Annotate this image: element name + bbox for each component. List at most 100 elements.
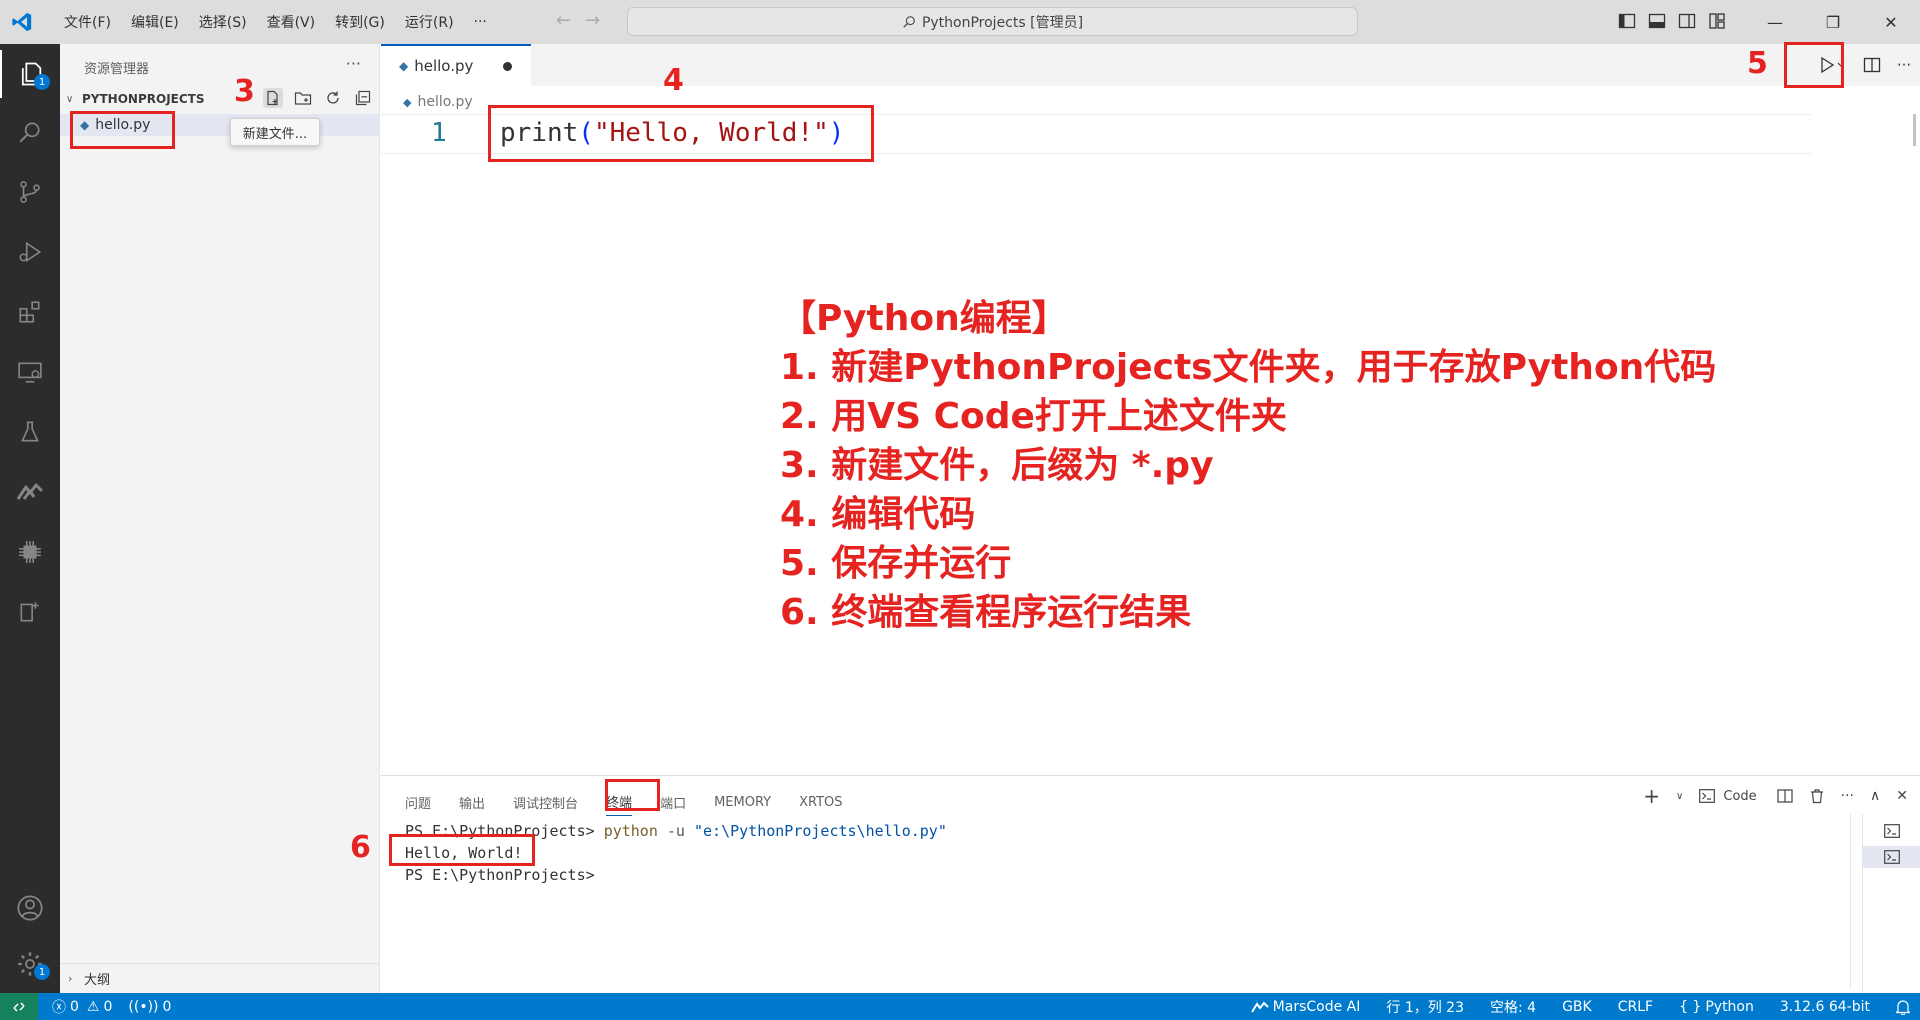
- annotation-box-run: [1784, 42, 1844, 88]
- new-file-icon[interactable]: [263, 88, 283, 108]
- annotation-box-terminal-tab: [605, 779, 660, 811]
- customize-layout-icon[interactable]: [1708, 12, 1726, 30]
- marscode-label: MarsCode AI: [1272, 998, 1361, 1015]
- panel-more-icon[interactable]: ···: [1837, 784, 1858, 808]
- warning-icon: ⚠: [86, 998, 100, 1015]
- menu-edit[interactable]: 编辑(E): [121, 12, 189, 32]
- extensions-activity[interactable]: [0, 288, 60, 336]
- explorer-activity[interactable]: 1: [0, 50, 60, 98]
- tab-memory[interactable]: MEMORY: [714, 791, 771, 814]
- annotation-number-4: 4: [663, 63, 684, 98]
- terminal-profile-button[interactable]: Code: [1695, 784, 1764, 808]
- new-folder-icon[interactable]: [293, 88, 313, 108]
- terminal-path: "e:\PythonProjects\hello.py": [694, 822, 947, 840]
- editor-scrollbar[interactable]: [1906, 94, 1920, 194]
- marscode-status[interactable]: MarsCode AI: [1250, 998, 1361, 1015]
- close-window-icon[interactable]: ✕: [1862, 0, 1920, 44]
- testing-activity[interactable]: [0, 408, 60, 456]
- search-activity[interactable]: [0, 108, 60, 156]
- problems-status[interactable]: ⓧ 0 ⚠ 0: [52, 997, 112, 1017]
- marscode-icon: [16, 483, 44, 500]
- back-arrow-icon[interactable]: ←: [556, 10, 571, 31]
- tab-label: hello.py: [414, 57, 474, 75]
- remote-icon: [13, 1001, 25, 1012]
- outline-section-header[interactable]: › 大纲: [60, 963, 380, 993]
- cursor-position[interactable]: 行 1，列 23: [1386, 997, 1464, 1017]
- new-terminal-button[interactable]: +: [1639, 784, 1664, 808]
- menu-go[interactable]: 转到(G): [325, 12, 395, 32]
- ports-count: 0: [162, 998, 172, 1015]
- error-icon: ⓧ: [52, 999, 66, 1016]
- sidebar-more-icon[interactable]: ···: [346, 54, 361, 73]
- project-activity[interactable]: [0, 588, 60, 636]
- error-count: 0: [70, 998, 79, 1015]
- command-center-text: PythonProjects [管理员]: [921, 14, 1084, 31]
- new-file-tooltip: 新建文件...: [230, 118, 320, 146]
- tab-output[interactable]: 输出: [459, 789, 485, 816]
- window-controls: — ❐ ✕: [1746, 0, 1920, 44]
- menu-view[interactable]: 查看(V): [257, 12, 326, 32]
- notifications-bell-icon[interactable]: [1896, 999, 1910, 1015]
- status-right: MarsCode AI 行 1，列 23 空格: 4 GBK CRLF { } …: [1250, 993, 1910, 1020]
- run-debug-activity[interactable]: [0, 228, 60, 276]
- menu-run[interactable]: 运行(R): [395, 12, 464, 32]
- remote-indicator[interactable]: [0, 993, 38, 1020]
- indentation-status[interactable]: 空格: 4: [1490, 997, 1536, 1017]
- accounts-activity[interactable]: [0, 884, 60, 932]
- terminal-prompt-2[interactable]: PS E:\PythonProjects>: [405, 866, 595, 884]
- language-label: Python: [1705, 998, 1754, 1015]
- split-terminal-icon[interactable]: [1773, 784, 1797, 808]
- chip-icon: [19, 541, 41, 563]
- ports-status[interactable]: ((•)) 0: [128, 999, 171, 1015]
- remote-explorer-activity[interactable]: [0, 348, 60, 396]
- explorer-sidebar: 资源管理器 ··· ∨ PYTHONPROJECTS ◆ hello.py 新建…: [60, 44, 380, 993]
- menu-selection[interactable]: 选择(S): [189, 12, 257, 32]
- editor-more-icon[interactable]: ···: [1888, 50, 1920, 80]
- refresh-icon[interactable]: [323, 88, 343, 108]
- collapse-all-icon[interactable]: [353, 88, 373, 108]
- editor-tab-hello-py[interactable]: ◆ hello.py: [381, 44, 531, 86]
- chevron-down-icon: ∨: [66, 93, 74, 105]
- chip-activity[interactable]: [0, 528, 60, 576]
- breadcrumb-file[interactable]: hello.py: [417, 94, 472, 110]
- close-panel-icon[interactable]: ✕: [1892, 784, 1912, 808]
- restore-icon[interactable]: ❐: [1804, 0, 1862, 44]
- annotation-box-output: [389, 834, 535, 866]
- kill-terminal-trash-icon[interactable]: [1805, 784, 1829, 808]
- minimize-icon[interactable]: —: [1746, 0, 1804, 44]
- toggle-panel-icon[interactable]: [1648, 12, 1666, 30]
- maximize-panel-chevron-up-icon[interactable]: ∧: [1866, 784, 1884, 808]
- annotation-number-6: 6: [350, 830, 371, 865]
- vscode-logo-icon: [0, 0, 44, 44]
- terminal-scrollbar[interactable]: [1850, 814, 1860, 989]
- toggle-primary-sidebar-icon[interactable]: [1618, 12, 1636, 30]
- tab-problems[interactable]: 问题: [405, 789, 431, 816]
- remote-explorer-icon: [18, 362, 42, 383]
- marscode-icon: [1250, 1001, 1269, 1013]
- source-control-icon: [20, 181, 40, 203]
- tab-debug-console[interactable]: 调试控制台: [513, 789, 578, 816]
- split-editor-icon[interactable]: [1856, 50, 1888, 80]
- eol-status[interactable]: CRLF: [1618, 999, 1653, 1015]
- source-control-activity[interactable]: [0, 168, 60, 216]
- encoding-status[interactable]: GBK: [1562, 999, 1592, 1015]
- language-mode[interactable]: { } Python: [1679, 999, 1754, 1015]
- marscode-activity[interactable]: [0, 468, 60, 516]
- manage-activity[interactable]: 1: [0, 940, 60, 988]
- forward-arrow-icon[interactable]: →: [585, 10, 600, 31]
- python-file-icon: ◆: [399, 59, 409, 73]
- toggle-secondary-sidebar-icon[interactable]: [1678, 12, 1696, 30]
- nav-arrows: ← →: [556, 10, 600, 31]
- tab-xrtos[interactable]: XRTOS: [799, 791, 842, 814]
- menu-bar: 文件(F) 编辑(E) 选择(S) 查看(V) 转到(G) 运行(R) ···: [54, 12, 497, 32]
- tab-ports[interactable]: 端口: [660, 789, 686, 816]
- python-interpreter[interactable]: 3.12.6 64-bit: [1780, 999, 1870, 1015]
- terminal-dropdown-chevron-icon[interactable]: ∨: [1672, 784, 1687, 808]
- terminal-instance-1[interactable]: [1863, 820, 1920, 842]
- terminal-instance-2[interactable]: [1863, 846, 1920, 868]
- menu-more[interactable]: ···: [464, 14, 497, 30]
- menu-file[interactable]: 文件(F): [54, 12, 121, 32]
- unsaved-dot-icon[interactable]: [503, 61, 513, 71]
- command-center-search[interactable]: PythonProjects [管理员]: [627, 7, 1358, 36]
- search-icon: [19, 122, 40, 143]
